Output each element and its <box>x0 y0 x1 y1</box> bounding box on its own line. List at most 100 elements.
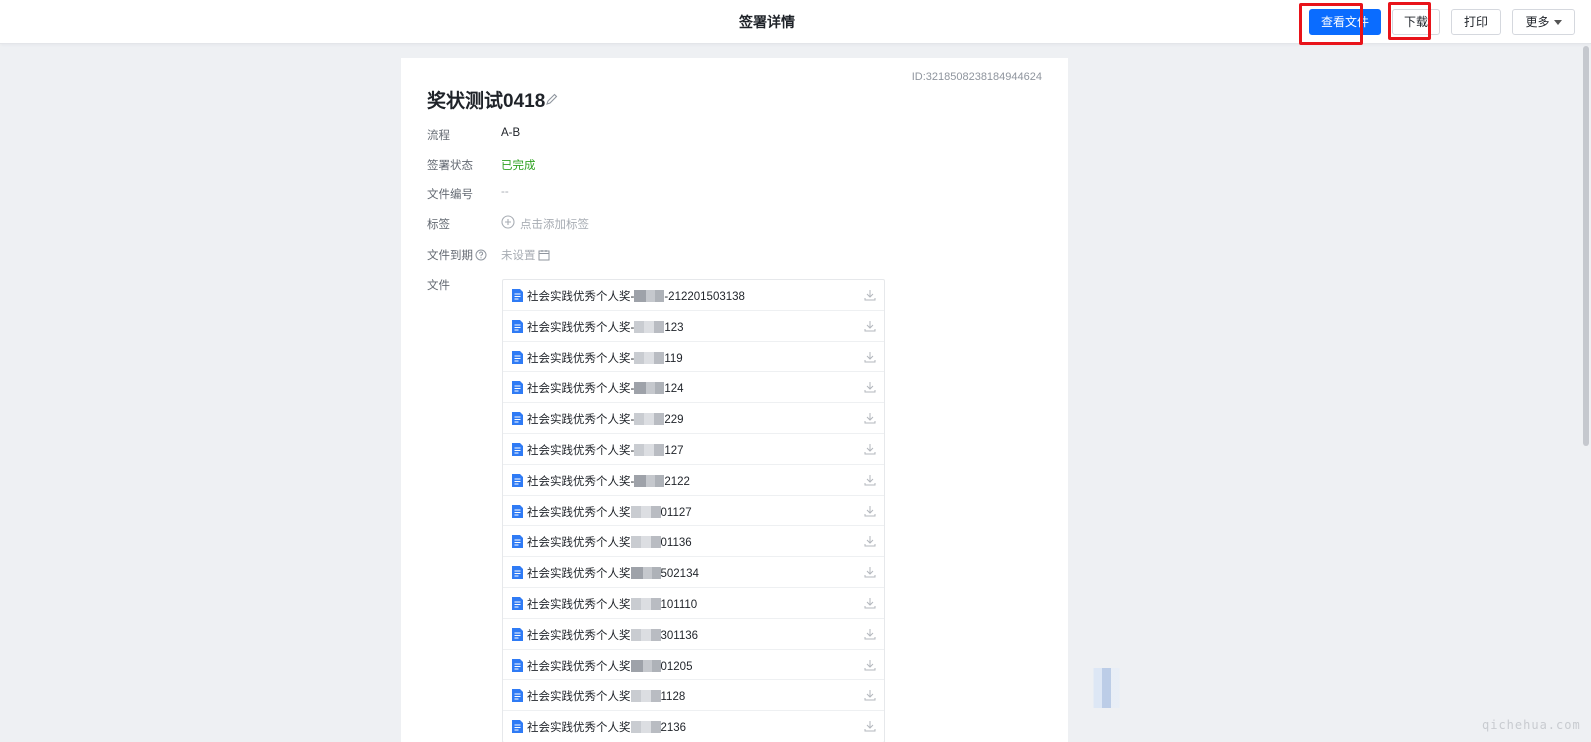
document-file-icon <box>512 381 523 395</box>
file-name-prefix: 社会实践优秀个人奖 <box>527 598 631 611</box>
download-icon[interactable] <box>864 628 876 640</box>
file-name[interactable]: 社会实践优秀个人奖 301136 <box>527 627 698 643</box>
download-icon[interactable] <box>864 412 876 424</box>
document-file-icon <box>512 289 523 302</box>
download-icon[interactable] <box>864 597 876 609</box>
redacted-name-mosaic <box>634 382 665 395</box>
file-name[interactable]: 社会实践优秀个人奖 2136 <box>527 719 686 735</box>
download-icon[interactable] <box>864 505 876 517</box>
blurred-widget <box>1085 668 1128 708</box>
flow-label: 流程 <box>427 130 450 142</box>
file-name-prefix: 社会实践优秀个人奖- <box>527 321 635 334</box>
file-row[interactable]: 社会实践优秀个人奖 301136 <box>503 619 884 650</box>
document-number-value: -- <box>501 186 509 198</box>
file-name-suffix: 2122 <box>664 475 690 488</box>
file-name[interactable]: 社会实践优秀个人奖 101110 <box>527 596 697 612</box>
calendar-icon[interactable] <box>538 249 550 261</box>
download-button[interactable]: 下载 <box>1392 9 1440 35</box>
file-row[interactable]: 社会实践优秀个人奖 01205 <box>503 650 884 681</box>
redacted-name-mosaic <box>630 536 661 549</box>
file-name-prefix: 社会实践优秀个人奖 <box>527 537 631 550</box>
redacted-name-mosaic <box>634 474 665 487</box>
more-label: 更多 <box>1525 15 1550 29</box>
file-name-prefix: 社会实践优秀个人奖- <box>527 383 635 396</box>
file-name-prefix: 社会实践优秀个人奖- <box>527 444 635 457</box>
document-file-icon <box>512 473 523 487</box>
download-icon[interactable] <box>864 659 876 671</box>
more-dropdown-button[interactable]: 更多 <box>1512 9 1575 35</box>
file-name-prefix: 社会实践优秀个人奖- <box>527 414 635 427</box>
file-row[interactable]: 社会实践优秀个人奖 502134 <box>503 557 884 588</box>
file-name[interactable]: 社会实践优秀个人奖- 127 <box>527 442 684 458</box>
file-name-suffix: 01127 <box>660 506 692 519</box>
file-name-prefix: 社会实践优秀个人奖 <box>527 629 631 642</box>
file-name[interactable]: 社会实践优秀个人奖 1128 <box>527 688 685 704</box>
status-label: 签署状态 <box>427 160 473 172</box>
document-file-icon <box>512 627 523 641</box>
file-row[interactable]: 社会实践优秀个人奖- 123 <box>503 311 884 342</box>
redacted-name-mosaic <box>630 690 661 703</box>
file-row[interactable]: 社会实践优秀个人奖 01127 <box>503 496 884 527</box>
file-name[interactable]: 社会实践优秀个人奖- 124 <box>527 380 684 396</box>
download-icon[interactable] <box>864 566 876 578</box>
file-row[interactable]: 社会实践优秀个人奖- 229 <box>503 403 884 434</box>
document-number-label: 文件编号 <box>427 189 473 201</box>
download-icon[interactable] <box>864 689 876 701</box>
file-row[interactable]: 社会实践优秀个人奖- 2122 <box>503 465 884 496</box>
download-icon[interactable] <box>864 474 876 486</box>
file-name[interactable]: 社会实践优秀个人奖- 123 <box>527 319 684 335</box>
file-row[interactable]: 社会实践优秀个人奖 2136 <box>503 711 884 742</box>
file-name[interactable]: 社会实践优秀个人奖- 229 <box>527 411 684 427</box>
file-name-suffix: 2136 <box>660 722 687 735</box>
download-icon[interactable] <box>864 535 876 547</box>
file-row[interactable]: 社会实践优秀个人奖- 119 <box>503 342 884 373</box>
file-row[interactable]: 社会实践优秀个人奖 101110 <box>503 588 884 619</box>
redacted-name-mosaic <box>634 351 665 364</box>
download-icon[interactable] <box>864 289 876 301</box>
file-row[interactable]: 社会实践优秀个人奖 1128 <box>503 680 884 712</box>
file-name-suffix: 1128 <box>660 691 686 704</box>
file-list: 社会实践优秀个人奖- -212201503138 社会实践优秀个人奖- 123 社会实践… <box>502 279 885 742</box>
redacted-name-mosaic <box>634 443 665 456</box>
document-file-icon <box>512 658 523 672</box>
download-icon[interactable] <box>864 351 876 363</box>
pencil-edit-icon[interactable] <box>545 92 559 106</box>
redacted-name-mosaic <box>630 567 661 580</box>
download-icon[interactable] <box>864 720 876 732</box>
file-name-suffix: -212201503138 <box>664 291 745 303</box>
page-scrollbar[interactable] <box>1583 46 1589 446</box>
file-name[interactable]: 社会实践优秀个人奖- 119 <box>527 350 683 366</box>
file-name[interactable]: 社会实践优秀个人奖 502134 <box>527 565 699 581</box>
file-row[interactable]: 社会实践优秀个人奖- 124 <box>503 372 884 404</box>
document-file-icon <box>512 720 523 734</box>
view-file-button[interactable]: 查看文件 <box>1309 9 1381 35</box>
file-name[interactable]: 社会实践优秀个人奖- 2122 <box>527 473 690 489</box>
download-icon[interactable] <box>864 443 876 455</box>
file-name-prefix: 社会实践优秀个人奖 <box>527 660 631 673</box>
document-file-icon <box>512 596 523 610</box>
file-name-suffix: 01205 <box>660 660 693 673</box>
file-row[interactable]: 社会实践优秀个人奖- 127 <box>503 434 884 465</box>
document-title: 奖状测试0418 <box>427 91 546 112</box>
file-row[interactable]: 社会实践优秀个人奖- -212201503138 <box>503 280 884 311</box>
redacted-name-mosaic <box>630 659 661 672</box>
file-name[interactable]: 社会实践优秀个人奖- -212201503138 <box>527 288 745 304</box>
watermark-text: qichehua.com <box>1482 718 1581 732</box>
file-name[interactable]: 社会实践优秀个人奖 01127 <box>527 504 692 520</box>
file-name-prefix: 社会实践优秀个人奖 <box>527 722 631 735</box>
add-tag-link[interactable]: 点击添加标签 <box>520 216 589 232</box>
file-name-suffix: 502134 <box>660 568 699 581</box>
tag-label: 标签 <box>427 219 450 231</box>
file-name-prefix: 社会实践优秀个人奖 <box>527 568 631 581</box>
help-circle-icon[interactable] <box>475 249 487 261</box>
print-button[interactable]: 打印 <box>1451 9 1501 35</box>
file-name[interactable]: 社会实践优秀个人奖 01136 <box>527 534 692 550</box>
download-icon[interactable] <box>864 381 876 393</box>
redacted-name-mosaic <box>634 290 665 302</box>
plus-circle-icon[interactable] <box>501 215 515 229</box>
flow-value: A-B <box>501 127 521 139</box>
document-file-icon <box>512 319 523 333</box>
file-name[interactable]: 社会实践优秀个人奖 01205 <box>527 658 692 674</box>
file-row[interactable]: 社会实践优秀个人奖 01136 <box>503 526 884 558</box>
download-icon[interactable] <box>864 320 876 332</box>
